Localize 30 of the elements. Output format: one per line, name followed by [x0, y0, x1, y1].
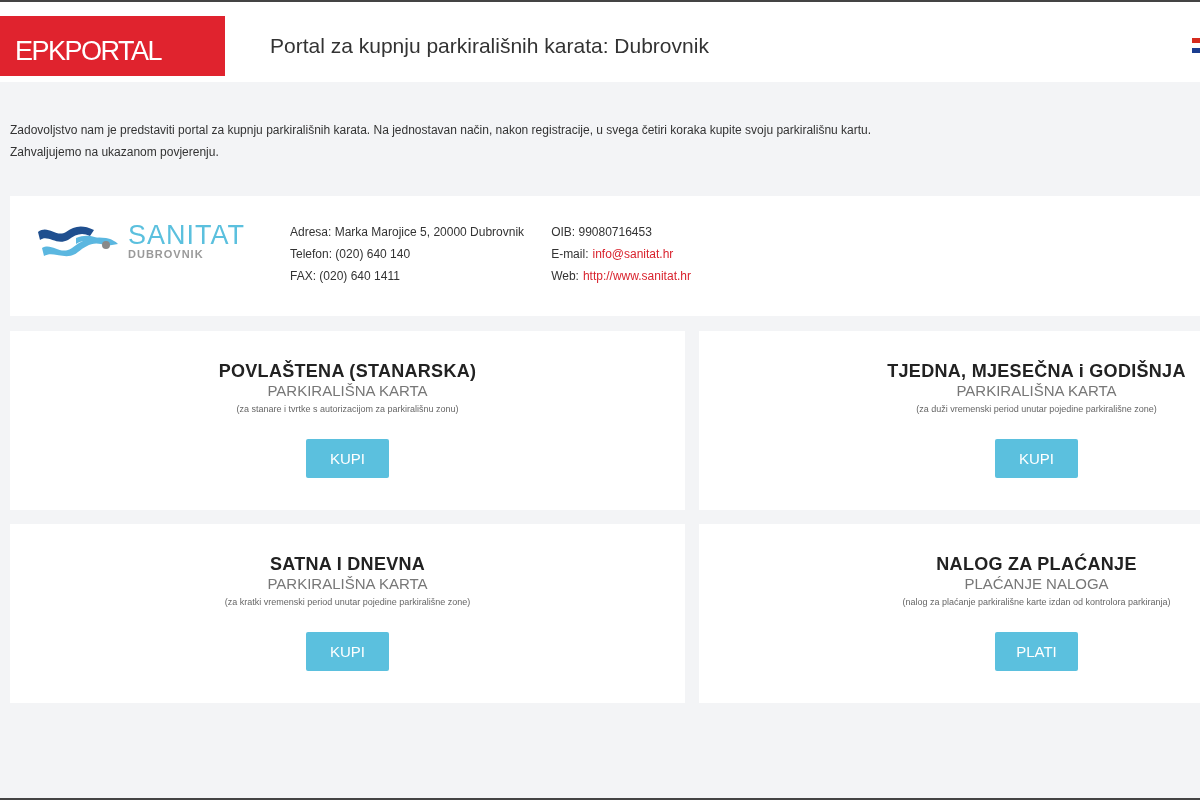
company-city: DUBROVNIK	[128, 248, 205, 260]
card-subtitle: PARKIRALIŠNA KARTA	[267, 381, 428, 400]
card-title: NALOG ZA PLAĆANJE	[936, 554, 1137, 574]
contact-link[interactable]: http://www.sanitat.hr	[582, 269, 691, 282]
portal-logo[interactable]: EPKPORTAL	[0, 16, 225, 76]
buy-button[interactable]: KUPI	[306, 632, 389, 671]
buy-button[interactable]: KUPI	[995, 439, 1078, 478]
contact-detail: FAX: (020) 640 1411	[290, 269, 401, 282]
intro-paragraph: Zadovoljstvo nam je predstaviti portal za kupnju parkirališnih karata. Na jednostavan način, nakon registracije, u svega četiri koraka kupite svoju parkirališnu kartu.	[10, 124, 873, 136]
company-name: SANITAT	[128, 222, 245, 248]
intro-paragraph: Zahvaljujemo na ukazanom povjerenju.	[10, 146, 220, 158]
contact-link[interactable]: info@sanitat.hr	[592, 247, 674, 260]
card-note: (za kratki vremenski period unutar pojedine parkirališne zone)	[224, 597, 471, 607]
card-note: (nalog za plaćanje parkirališne karte izdan od kontrolora parkiranja)	[902, 597, 1171, 607]
buy-button[interactable]: PLATI	[995, 632, 1078, 671]
contact-label: Web:	[551, 269, 579, 282]
card-title: TJEDNA, MJESEČNA i GODIŠNJA	[887, 361, 1186, 381]
card-subtitle: PLAĆANJE NALOGA	[964, 574, 1109, 593]
card-subtitle: PARKIRALIŠNA KARTA	[956, 381, 1117, 400]
contact-label: E-mail:	[551, 247, 589, 260]
contact-detail: OIB: 99080716453	[551, 225, 653, 238]
card-title: POVLAŠTENA (STANARSKA)	[218, 361, 477, 381]
card-note: (za duži vremenski period unutar pojedine parkirališne zone)	[916, 404, 1157, 414]
card-title: SATNA I DNEVNA	[269, 554, 426, 574]
contact-detail: Adresa: Marka Marojice 5, 20000 Dubrovnik	[290, 225, 525, 238]
card-subtitle: PARKIRALIŠNA KARTA	[267, 574, 428, 593]
page-title: Portal za kupnju parkirališnih karata: Dubrovnik	[270, 34, 709, 58]
contact-detail: Telefon: (020) 640 140	[290, 247, 412, 260]
card-note: (za stanare i tvrtke s autorizacijom za parkirališnu zonu)	[236, 404, 459, 414]
buy-button[interactable]: KUPI	[306, 439, 389, 478]
